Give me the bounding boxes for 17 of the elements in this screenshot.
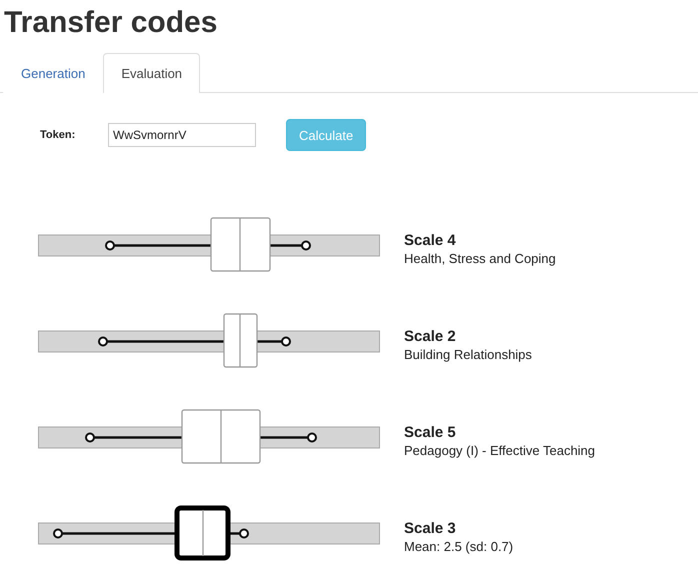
tab[interactable]: Evaluation xyxy=(103,53,200,93)
right-whisker xyxy=(257,336,291,346)
scale-name: Scale 4 xyxy=(404,232,457,249)
scale-description: Pedagogy (I) - Effective Teaching xyxy=(404,443,596,458)
scale-name: Scale 2 xyxy=(404,328,457,345)
tab[interactable]: Generation xyxy=(3,53,104,93)
right-whisker xyxy=(228,528,249,538)
right-whisker xyxy=(270,240,311,250)
page-title: Transfer codes xyxy=(3,5,218,41)
token-label: Token: xyxy=(40,129,76,141)
scale-description: Mean: 2.5 (sd: 0.7) xyxy=(404,539,514,554)
token-field[interactable]: WwSvmornrV xyxy=(108,123,256,147)
scale-name: Scale 3 xyxy=(404,520,457,537)
right-whisker xyxy=(260,432,317,442)
scale-description: Building Relationships xyxy=(404,347,532,362)
scale-description: Health, Stress and Coping xyxy=(404,251,556,266)
scale-name: Scale 5 xyxy=(404,424,457,441)
